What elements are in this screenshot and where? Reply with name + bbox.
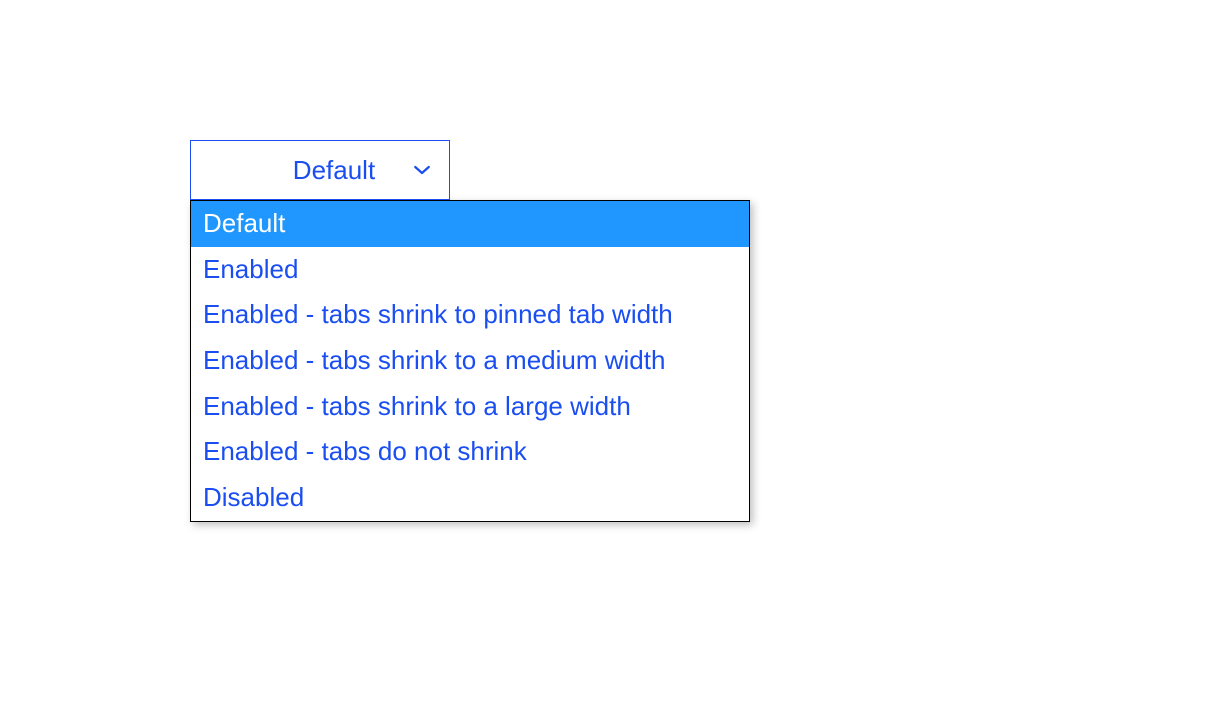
dropdown-option-enabled-large[interactable]: Enabled - tabs shrink to a large width bbox=[191, 384, 749, 430]
dropdown-selected-value: Default bbox=[191, 155, 449, 186]
dropdown-select[interactable]: Default bbox=[190, 140, 450, 200]
dropdown-option-enabled-medium[interactable]: Enabled - tabs shrink to a medium width bbox=[191, 338, 749, 384]
dropdown-option-default[interactable]: Default bbox=[191, 201, 749, 247]
dropdown-option-enabled[interactable]: Enabled bbox=[191, 247, 749, 293]
dropdown-list: Default Enabled Enabled - tabs shrink to… bbox=[190, 200, 750, 522]
dropdown-option-enabled-pinned[interactable]: Enabled - tabs shrink to pinned tab widt… bbox=[191, 292, 749, 338]
dropdown-option-disabled[interactable]: Disabled bbox=[191, 475, 749, 521]
dropdown-container: Default Default Enabled Enabled - tabs s… bbox=[190, 140, 750, 522]
dropdown-option-enabled-noshrink[interactable]: Enabled - tabs do not shrink bbox=[191, 429, 749, 475]
chevron-down-icon bbox=[413, 161, 431, 179]
